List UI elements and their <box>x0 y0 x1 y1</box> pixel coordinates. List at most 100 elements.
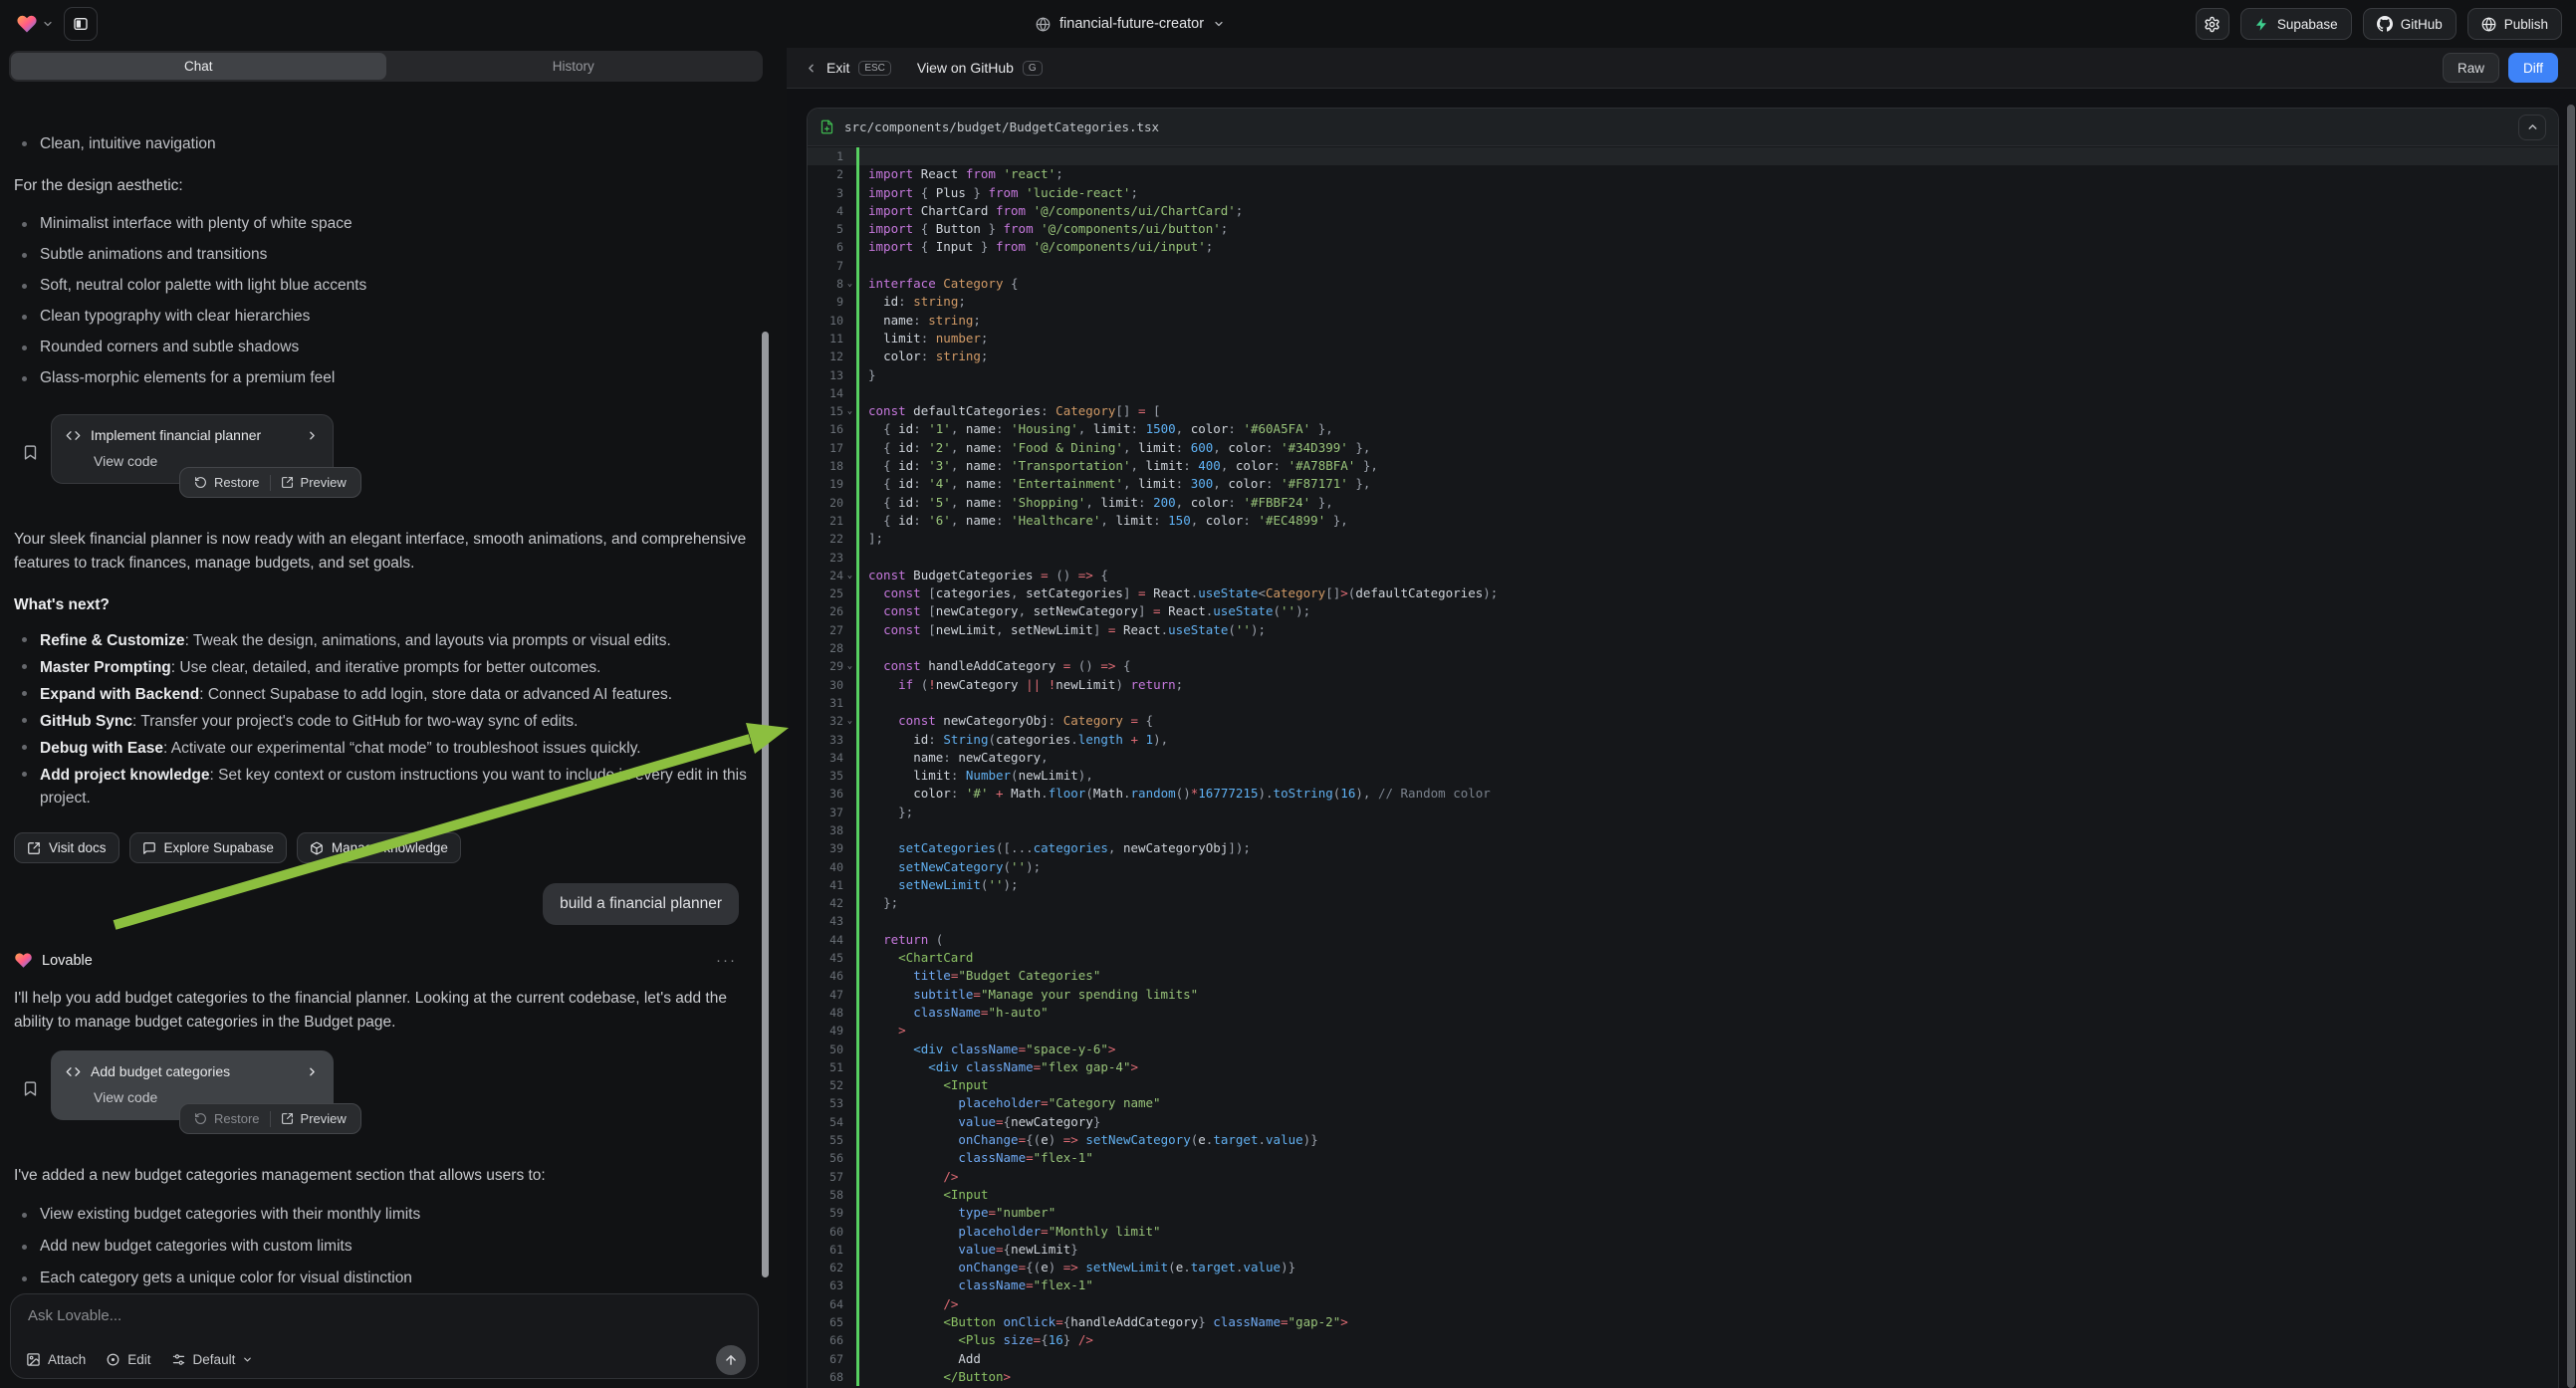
code-line: 1 <box>808 147 2558 165</box>
version-title: Add budget categories <box>91 1063 296 1079</box>
chat-scrollbar[interactable] <box>762 332 769 1277</box>
composer[interactable]: Ask Lovable... Attach Edit <box>10 1293 759 1379</box>
intro-bullet-list: Clean, intuitive navigation <box>14 133 755 154</box>
code-line: 27 const [newLimit, setNewLimit] = React… <box>808 621 2558 639</box>
preview-button[interactable]: Preview <box>271 475 356 490</box>
tab-chat[interactable]: Chat <box>11 53 386 80</box>
file-path-bar[interactable]: src/components/budget/BudgetCategories.t… <box>808 109 2558 146</box>
globe-icon <box>1036 17 1051 32</box>
visit-docs-button[interactable]: Visit docs <box>14 832 119 863</box>
code-line: 6import { Input } from '@/components/ui/… <box>808 238 2558 256</box>
code-line: 18 { id: '3', name: 'Transportation', li… <box>808 457 2558 475</box>
design-bullet-list: Minimalist interface with plenty of whit… <box>14 214 755 388</box>
code-line: 7 <box>808 257 2558 275</box>
github-icon <box>2377 16 2393 32</box>
code-line: 56 className="flex-1" <box>808 1149 2558 1167</box>
project-name: financial-future-creator <box>1059 16 1204 32</box>
code-line: 60 placeholder="Monthly limit" <box>808 1223 2558 1241</box>
model-selector[interactable]: Default <box>171 1352 254 1367</box>
code-line: 11 limit: number; <box>808 330 2558 347</box>
preview-button[interactable]: Preview <box>271 1111 356 1126</box>
version-card[interactable]: Implement financial planner View code Re… <box>51 414 334 484</box>
code-icon <box>66 1064 81 1079</box>
send-button[interactable] <box>716 1345 746 1375</box>
code-editor: 12import React from 'react';3import { Pl… <box>808 147 2558 1388</box>
whats-next-heading: What's next? <box>14 596 755 614</box>
code-line: 46 title="Budget Categories" <box>808 967 2558 985</box>
raw-toggle-button[interactable]: Raw <box>2443 53 2499 83</box>
code-line: 17 { id: '2', name: 'Food & Dining', lim… <box>808 439 2558 457</box>
diff-toggle-button[interactable]: Diff <box>2508 53 2558 83</box>
version-title: Implement financial planner <box>91 427 296 443</box>
code-line: 68 </Button> <box>808 1368 2558 1386</box>
publish-globe-icon <box>2481 17 2496 32</box>
manage-knowledge-button[interactable]: Manage knowledge <box>297 832 461 863</box>
attach-button[interactable]: Attach <box>26 1352 86 1367</box>
code-line: 66 <Plus size={16} /> <box>808 1331 2558 1349</box>
chat-panel: Chat History Clean, intuitive navigation… <box>0 48 775 1388</box>
code-line: 24⌄const BudgetCategories = () => { <box>808 567 2558 584</box>
chevron-right-icon <box>306 429 319 442</box>
chevron-down-icon <box>242 1354 253 1365</box>
code-line: 30 if (!newCategory || !newLimit) return… <box>808 676 2558 694</box>
bookmark-icon[interactable] <box>22 1056 39 1120</box>
code-line: 55 onChange={(e) => setNewCategory(e.tar… <box>808 1131 2558 1149</box>
toggle-sidebar-button[interactable] <box>64 7 98 41</box>
assistant-text: Your sleek financial planner is now read… <box>14 528 755 575</box>
code-line: 48 className="h-auto" <box>808 1004 2558 1022</box>
assistant-text: I'll help you add budget categories to t… <box>14 987 755 1034</box>
code-line: 59 type="number" <box>808 1204 2558 1222</box>
list-item: Clean, intuitive navigation <box>14 133 755 154</box>
tab-history[interactable]: History <box>386 53 762 80</box>
code-line: 12 color: string; <box>808 347 2558 365</box>
composer-input[interactable]: Ask Lovable... <box>28 1307 744 1324</box>
version-block-2: Add budget categories View code Restore <box>14 1050 755 1120</box>
code-line: 5import { Button } from '@/components/ui… <box>808 220 2558 238</box>
github-button[interactable]: GitHub <box>2363 8 2457 40</box>
code-line: 65 <Button onClick={handleAddCategory} c… <box>808 1313 2558 1331</box>
edit-mode-button[interactable]: Edit <box>106 1352 150 1367</box>
bookmark-icon[interactable] <box>22 420 39 484</box>
code-line: 32⌄ const newCategoryObj: Category = { <box>808 712 2558 730</box>
version-card-selected[interactable]: Add budget categories View code Restore <box>51 1050 334 1120</box>
sidebar-panel-icon <box>73 16 89 32</box>
suggestion-chips: Visit docs Explore Supabase Manage knowl… <box>14 832 755 863</box>
code-line: 23 <box>808 549 2558 567</box>
list-item: Subtle animations and transitions <box>14 245 755 265</box>
code-line: 49 > <box>808 1022 2558 1040</box>
code-line: 29⌄ const handleAddCategory = () => { <box>808 657 2558 675</box>
explore-supabase-button[interactable]: Explore Supabase <box>129 832 287 863</box>
lovable-logo-menu[interactable] <box>16 13 54 35</box>
code-line: 53 placeholder="Category name" <box>808 1094 2558 1112</box>
chat-message-list: Clean, intuitive navigation For the desi… <box>0 94 775 1288</box>
package-icon <box>310 841 324 855</box>
code-line: 45 <ChartCard <box>808 949 2558 967</box>
chat-history-tabs: Chat History <box>9 51 763 82</box>
code-scrollbar[interactable] <box>2567 105 2575 1388</box>
code-line: 39 setCategories([...categories, newCate… <box>808 839 2558 857</box>
external-link-icon <box>27 841 41 855</box>
code-line: 62 onChange={(e) => setNewLimit(e.target… <box>808 1259 2558 1276</box>
collapse-file-button[interactable] <box>2518 115 2546 140</box>
restore-button[interactable]: Restore <box>184 475 270 490</box>
publish-button[interactable]: Publish <box>2467 8 2562 40</box>
list-item: Master Prompting: Use clear, detailed, a… <box>14 656 755 679</box>
list-item: Glass-morphic elements for a premium fee… <box>14 368 755 388</box>
project-switcher[interactable]: financial-future-creator <box>1036 0 1225 48</box>
view-on-github-button[interactable]: View on GitHub G <box>917 60 1043 76</box>
code-icon <box>66 428 81 443</box>
settings-button[interactable] <box>2196 8 2229 40</box>
code-line: 67 Add <box>808 1350 2558 1368</box>
code-line: 54 value={newCategory} <box>808 1113 2558 1131</box>
lovable-heart-icon <box>16 13 38 35</box>
code-line: 47 subtitle="Manage your spending limits… <box>808 986 2558 1004</box>
code-line: 57 /> <box>808 1168 2558 1186</box>
restore-icon <box>194 1112 207 1125</box>
code-line: 35 limit: Number(newLimit), <box>808 767 2558 785</box>
exit-button[interactable]: Exit ESC <box>805 60 891 76</box>
restore-button[interactable]: Restore <box>184 1111 270 1126</box>
message-menu-icon[interactable]: ··· <box>716 952 737 969</box>
list-item: GitHub Sync: Transfer your project's cod… <box>14 710 755 733</box>
supabase-button[interactable]: Supabase <box>2240 8 2352 40</box>
list-item: Add new budget categories with custom li… <box>14 1237 755 1257</box>
